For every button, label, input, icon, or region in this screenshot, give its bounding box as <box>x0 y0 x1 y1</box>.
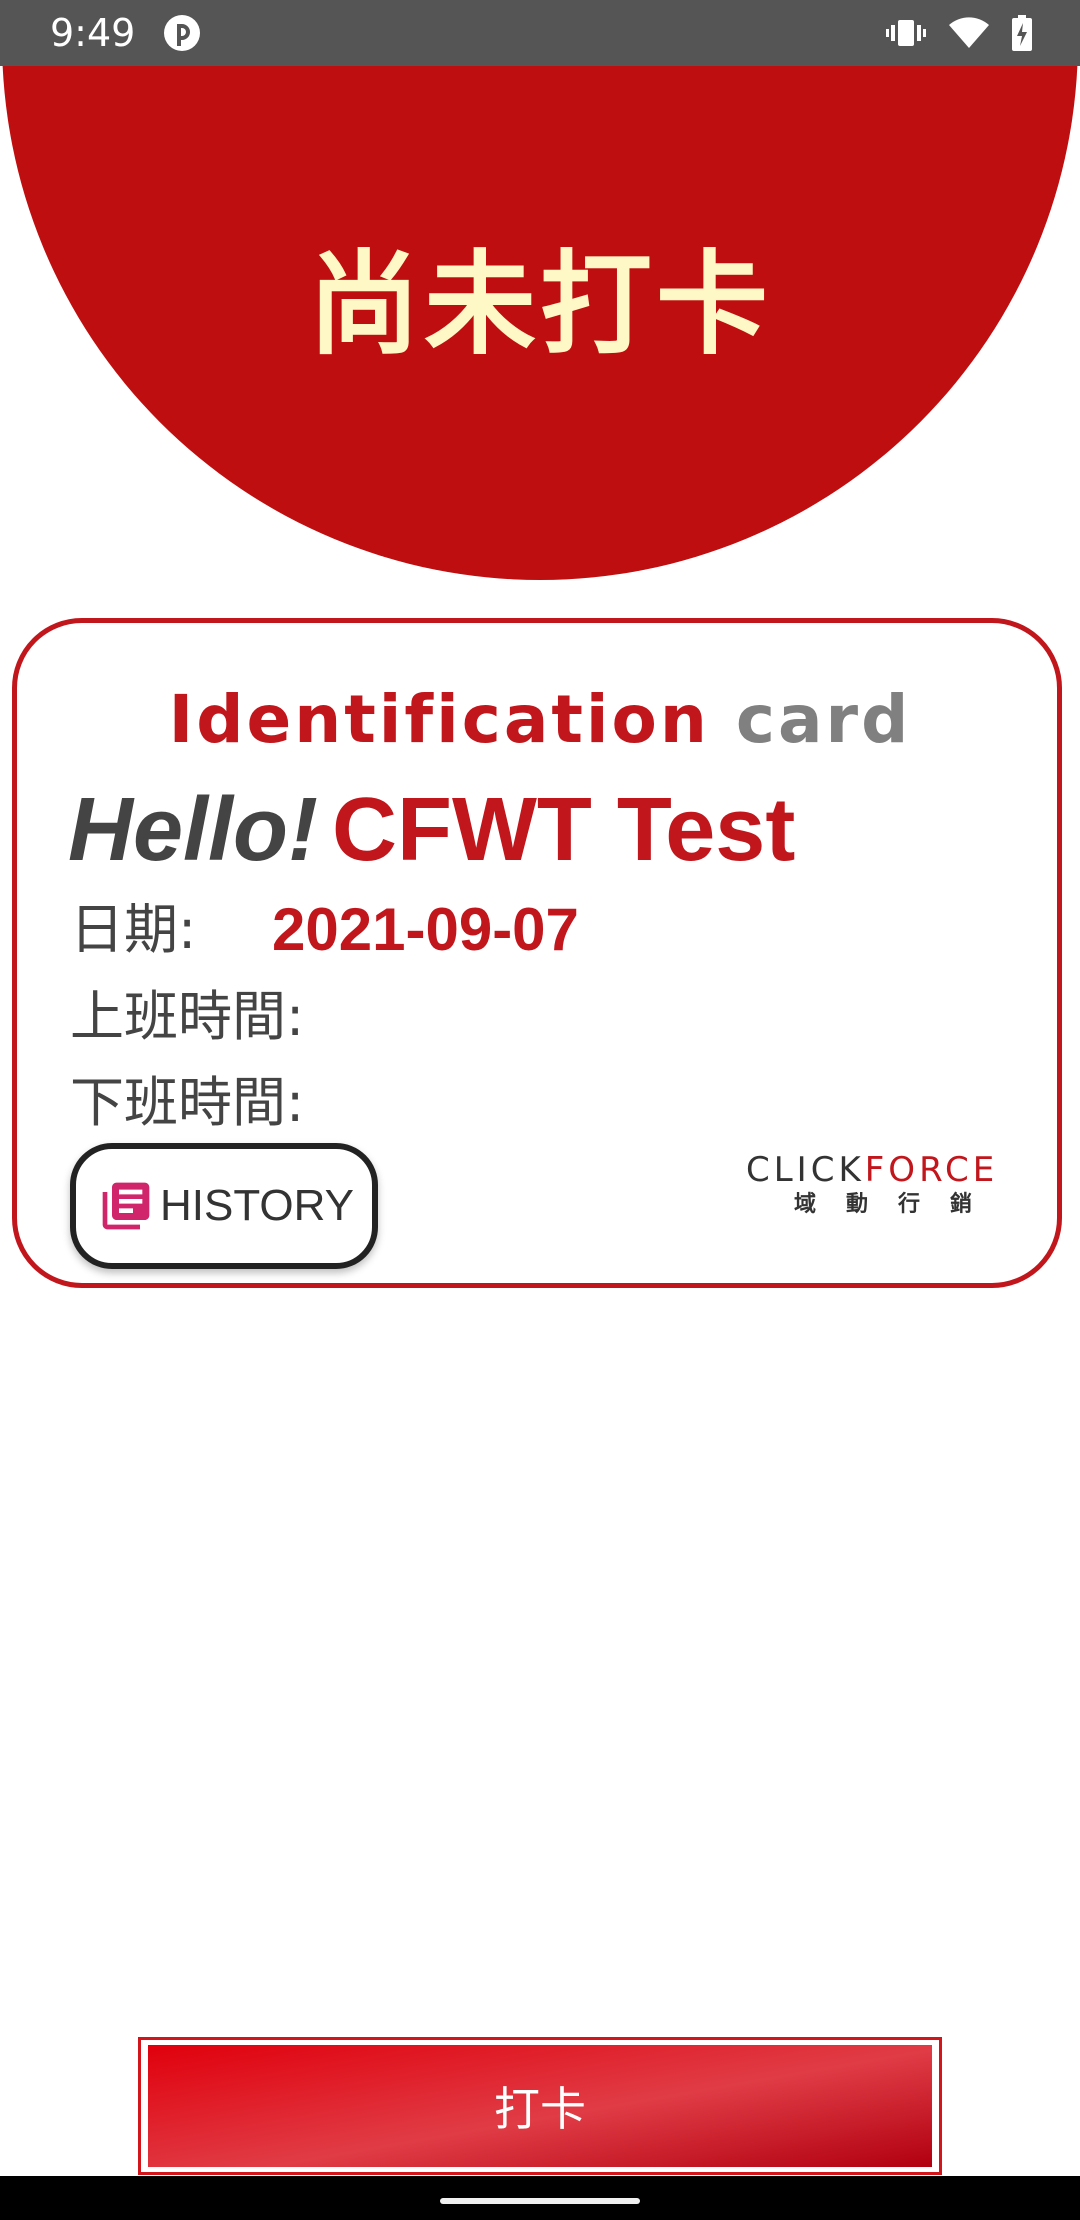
card-title-main: Identification <box>168 681 710 758</box>
history-button[interactable]: HISTORY <box>70 1143 378 1269</box>
home-gesture-handle[interactable] <box>440 2198 640 2204</box>
logo-text-force: FORCE <box>864 1150 999 1190</box>
punch-button[interactable]: 打卡 <box>148 2045 932 2167</box>
logo-subtitle: 域動行銷 <box>794 1192 1003 1217</box>
status-time: 9:49 <box>50 11 136 55</box>
logo-text-click: CLICK <box>746 1150 865 1190</box>
punch-status-title: 尚未打卡 <box>308 240 772 370</box>
greeting-row: Hello! CFWT Test <box>68 775 795 885</box>
battery-charging-icon <box>1012 15 1032 51</box>
status-bar: 9:49 <box>0 0 1080 66</box>
clickforce-logo: CLICKFORCE 域動行銷 <box>746 1150 1002 1230</box>
library-books-icon <box>102 1182 150 1230</box>
card-title: Identification card <box>0 680 1080 760</box>
clock-out-label: 下班時間: <box>70 1071 305 1134</box>
date-value: 2021-09-07 <box>272 896 579 963</box>
vibrate-icon <box>886 20 926 46</box>
navigation-bar <box>0 2176 1080 2220</box>
punch-button-label: 打卡 <box>494 2082 586 2136</box>
greeting-text: Hello! <box>68 780 319 880</box>
app-notification-icon <box>164 15 200 51</box>
clock-in-label: 上班時間: <box>70 985 305 1048</box>
status-icons <box>886 14 1032 52</box>
history-button-label: HISTORY <box>160 1181 354 1230</box>
date-label: 日期: <box>70 898 197 961</box>
wifi-icon <box>949 17 989 48</box>
user-name: CFWT Test <box>332 780 796 880</box>
card-title-suffix: card <box>735 681 912 758</box>
